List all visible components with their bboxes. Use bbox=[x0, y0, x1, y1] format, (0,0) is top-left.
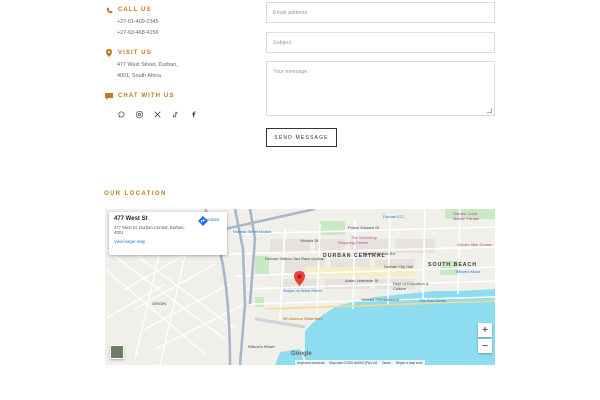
resize-handle[interactable] bbox=[487, 108, 492, 113]
email-placeholder: Email address bbox=[273, 9, 308, 16]
contact-form: Email address Subject Your message SEND … bbox=[266, 2, 495, 147]
place-address: 477 West St, Durban Central, Durban, 400… bbox=[114, 225, 185, 236]
map-label-victoria-embankment: Victoria Embankment bbox=[361, 297, 399, 302]
x-icon[interactable] bbox=[153, 110, 162, 119]
google-logo: Google bbox=[291, 351, 312, 357]
view-larger-map-link[interactable]: View larger map bbox=[114, 239, 222, 244]
map-label-golden-mile[interactable]: Golden Mile Durban bbox=[457, 242, 493, 247]
contact-info: CALL US +27-61-409-2345 +27-63-468-4156 … bbox=[104, 5, 244, 128]
terms-link[interactable]: Terms bbox=[382, 361, 391, 365]
call-us-title: CALL US bbox=[118, 7, 152, 13]
map-label-durban-icc[interactable]: Durban ICC bbox=[383, 214, 404, 219]
facebook-icon[interactable] bbox=[189, 110, 198, 119]
address-line-2: 4001, South Africa bbox=[117, 73, 162, 79]
social-links bbox=[117, 109, 244, 119]
map-label-bat-centre[interactable]: The Bat Centre bbox=[419, 298, 446, 303]
email-field[interactable]: Email address bbox=[266, 2, 495, 23]
map-attribution: Keyboard shortcuts Map data ©2025 AfriGI… bbox=[295, 360, 425, 365]
map-label-shops-on-west-street[interactable]: Shops on West Street bbox=[283, 288, 322, 293]
phone-number-1[interactable]: +27-61-409-2345 bbox=[117, 17, 244, 28]
chat-with-us-title: CHAT WITH US bbox=[118, 93, 175, 99]
map-label-waterfront[interactable]: 9th Avenue Waterfront bbox=[283, 316, 323, 321]
call-us-block: CALL US +27-61-409-2345 +27-63-468-4156 bbox=[104, 5, 244, 39]
location-pin-icon bbox=[104, 48, 114, 58]
message-placeholder: Your message bbox=[273, 69, 308, 75]
map-label-shopping-centre[interactable]: Shopping Centre bbox=[338, 240, 368, 245]
map-data-text: Map data ©2025 AfriGIS (Pty) Ltd bbox=[329, 360, 377, 365]
zoom-in-button[interactable]: + bbox=[478, 323, 492, 337]
address-line-1: 477 West Street, Durban, bbox=[117, 62, 178, 68]
our-location-title: OUR LOCATION bbox=[104, 191, 167, 197]
map-label-education[interactable]: Dept of Education & Culture bbox=[393, 281, 441, 291]
visit-us-block: VISIT US 477 West Street, Durban, 4001, … bbox=[104, 48, 244, 82]
chat-with-us-block: CHAT WITH US bbox=[104, 91, 244, 119]
map-label-wilsons-wharf[interactable]: Wilson's Wharf bbox=[248, 344, 275, 349]
map-label-durban-city-hall[interactable]: Durban City Hall bbox=[384, 264, 413, 269]
map-label-prince-edward-st: Prince Edward St bbox=[348, 225, 379, 230]
visit-us-title: VISIT US bbox=[118, 50, 152, 56]
map-label-victoria-street-market[interactable]: Victoria Street Market bbox=[233, 229, 271, 234]
map-label-tekweni[interactable]: Tekweni Moos bbox=[455, 269, 480, 274]
send-message-button[interactable]: SEND MESSAGE bbox=[266, 128, 337, 147]
whatsapp-icon[interactable] bbox=[117, 110, 126, 119]
message-field[interactable]: Your message bbox=[266, 61, 495, 116]
satellite-layer-toggle[interactable] bbox=[110, 345, 124, 359]
directions-button[interactable]: Directions bbox=[198, 216, 222, 226]
google-map[interactable]: Victoria Street Market Victoria St Princ… bbox=[105, 209, 495, 365]
map-label-taxi-rank[interactable]: Durban Station Taxi Rank Durban bbox=[265, 256, 325, 261]
phone-number-2[interactable]: +27-63-468-4156 bbox=[117, 28, 244, 39]
map-label-victoria-st: Victoria St bbox=[300, 238, 319, 243]
map-label-anton-lembede: Anton Lembede St bbox=[345, 278, 379, 283]
subject-field[interactable]: Subject bbox=[266, 32, 495, 53]
subject-placeholder: Subject bbox=[273, 39, 291, 46]
map-label-south-beach: SOUTH BEACH bbox=[428, 262, 478, 268]
tiktok-icon[interactable] bbox=[171, 110, 180, 119]
phone-icon bbox=[104, 5, 114, 15]
map-label-monty-naicker: Monty Naicker Rd bbox=[363, 251, 395, 256]
place-info-card: 477 West St 477 West St, Durban Central,… bbox=[109, 212, 227, 255]
map-label-marine-parade[interactable]: Marine Parade bbox=[453, 216, 479, 221]
map-label-origin[interactable]: ORIGIN bbox=[152, 301, 166, 306]
keyboard-shortcuts-link[interactable]: Keyboard shortcuts bbox=[297, 361, 324, 365]
instagram-icon[interactable] bbox=[135, 110, 144, 119]
chat-bubble-icon bbox=[104, 91, 114, 101]
zoom-out-button[interactable]: − bbox=[478, 339, 492, 353]
report-error-link[interactable]: Report a map error bbox=[396, 361, 423, 365]
